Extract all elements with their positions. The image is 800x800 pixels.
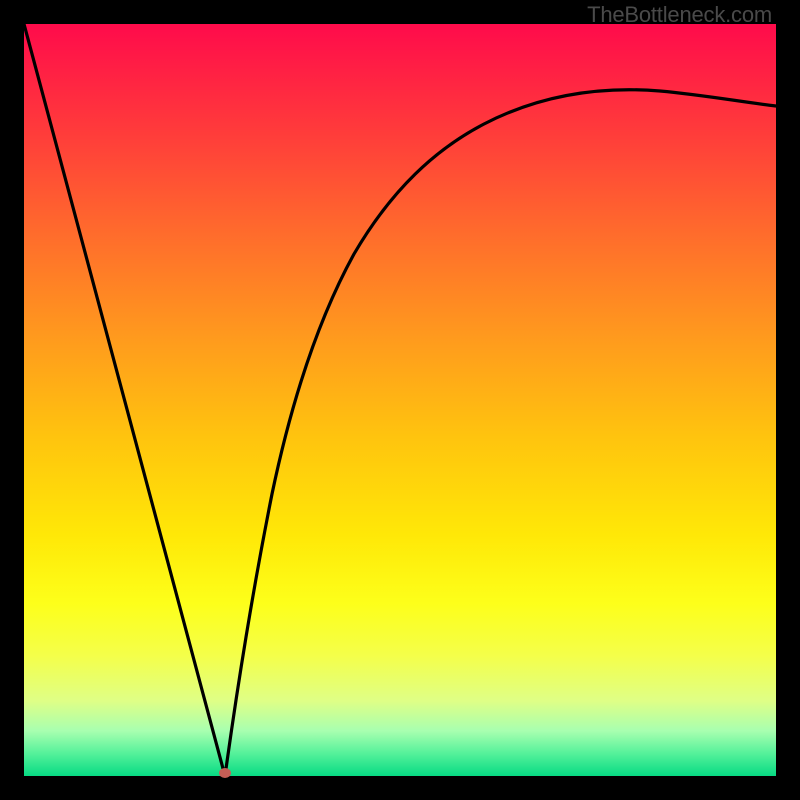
plot-area [24,24,776,776]
min-marker [219,768,231,778]
chart-frame: TheBottleneck.com [0,0,800,800]
watermark-text: TheBottleneck.com [587,2,772,28]
curve-svg [24,24,776,776]
bottleneck-curve [24,24,776,776]
